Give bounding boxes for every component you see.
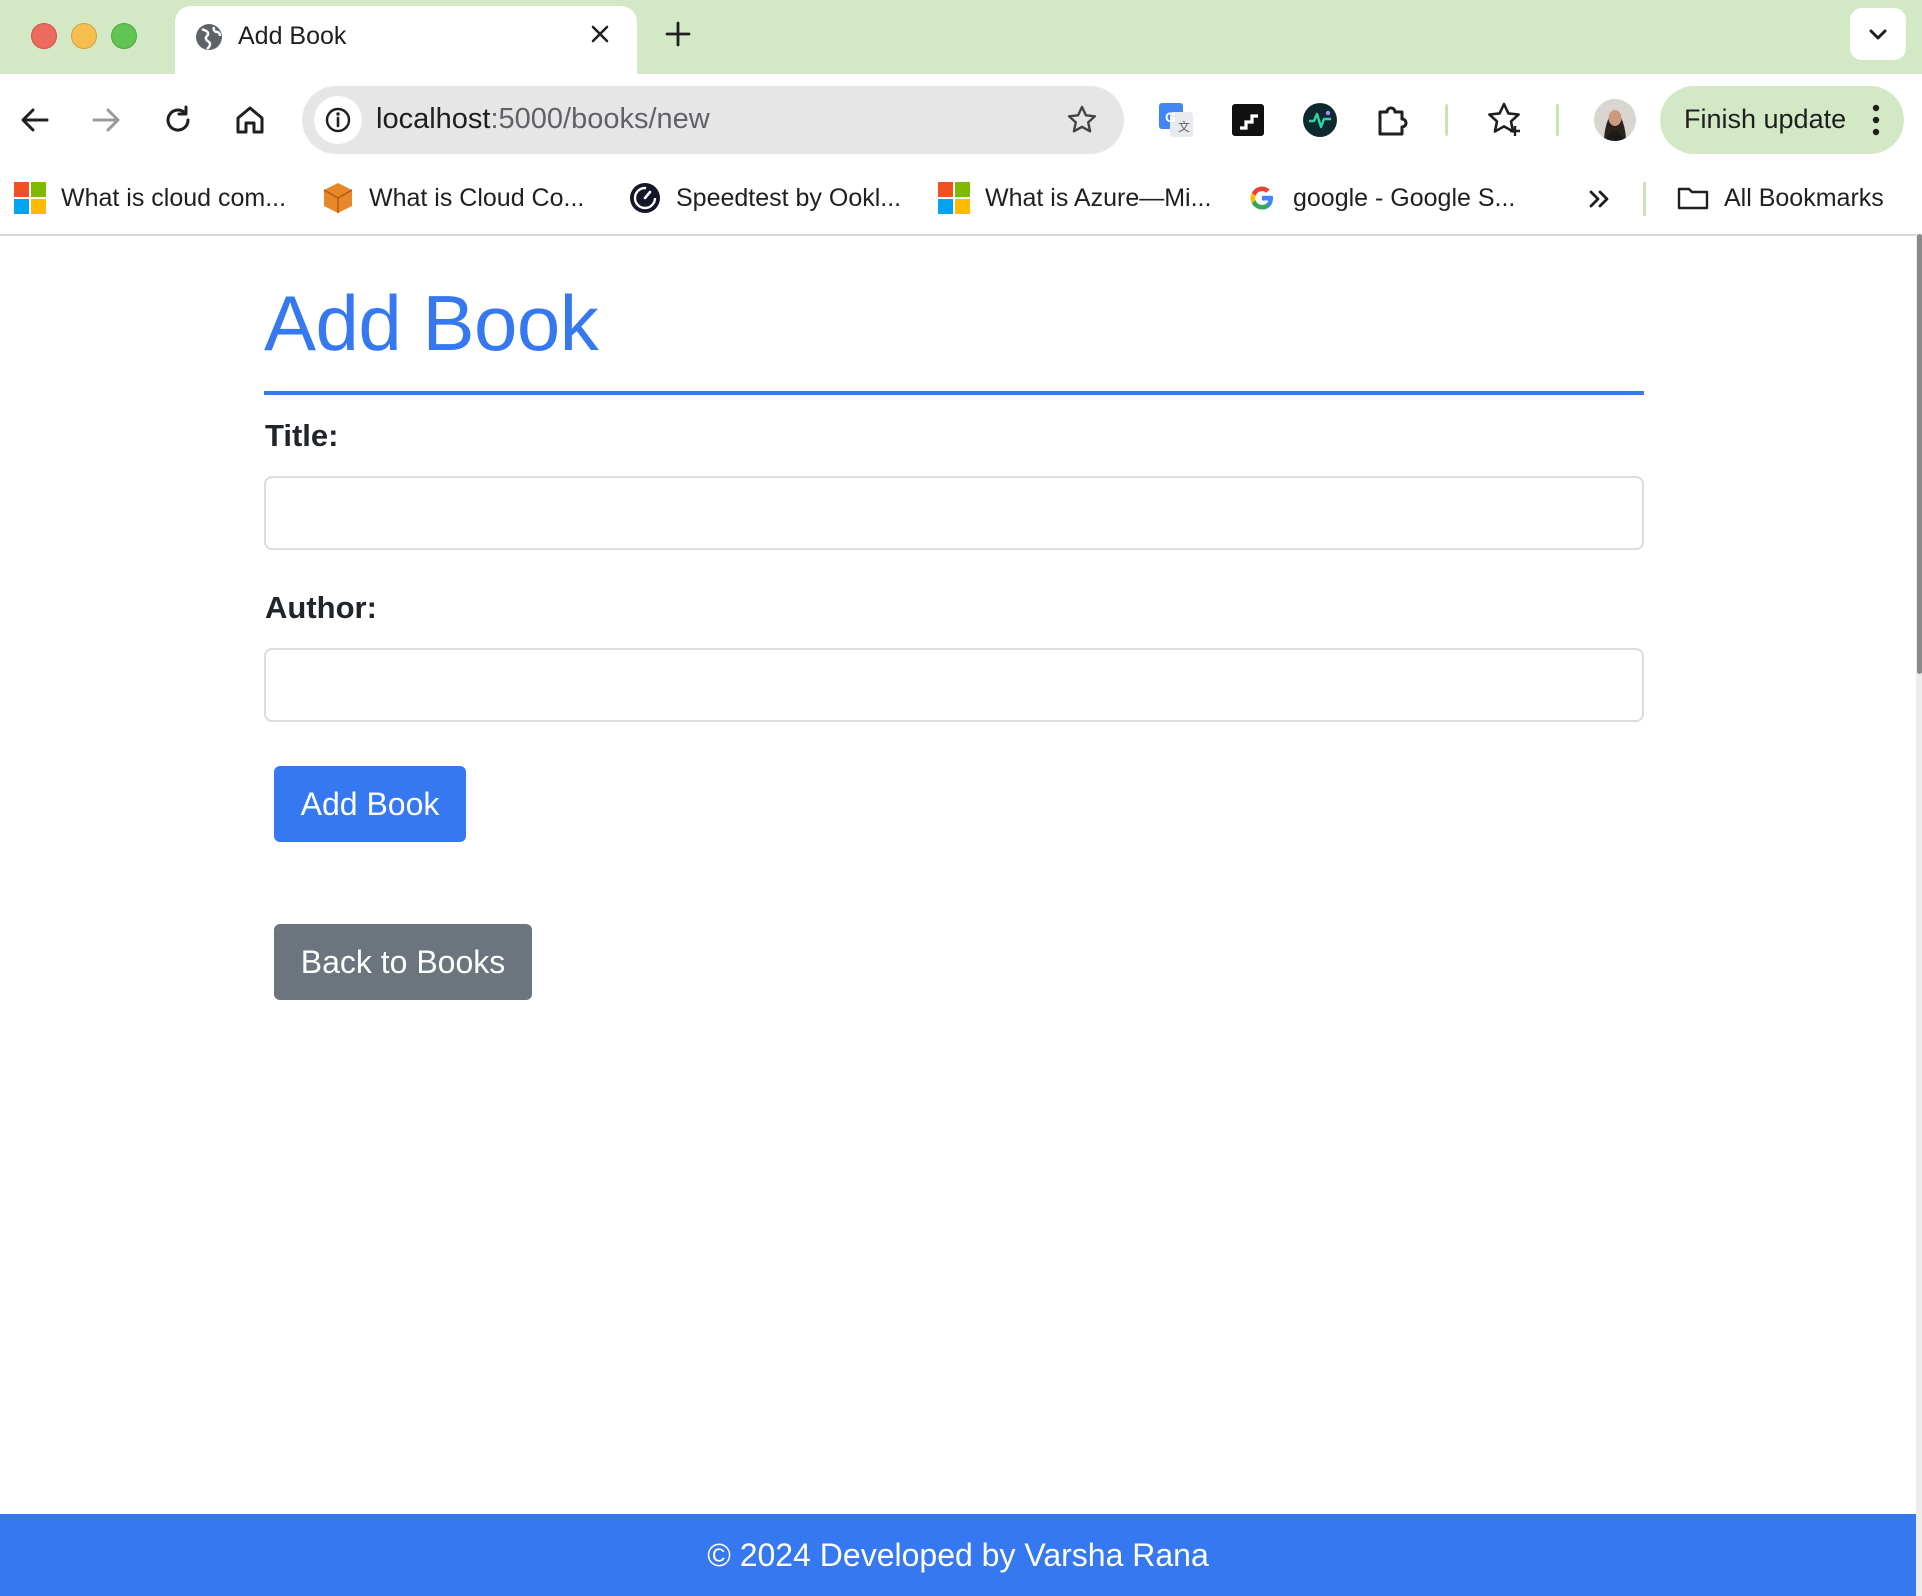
new-tab-icon[interactable]: [661, 17, 695, 51]
puzzle-extensions-icon[interactable]: [1372, 100, 1412, 140]
bookmark-label: What is cloud com...: [61, 183, 287, 212]
more-menu-icon[interactable]: [1872, 104, 1880, 136]
maximize-window-button[interactable]: [111, 23, 137, 49]
bookmark-label: What is Azure—Mi...: [985, 183, 1212, 212]
finish-update-label: Finish update: [1684, 104, 1847, 134]
bookmark-star-icon[interactable]: [1064, 102, 1100, 138]
svg-text:G: G: [1165, 109, 1176, 125]
bookmark-item[interactable]: google - Google S...: [1245, 178, 1515, 218]
bookmark-label: Speedtest by Ookl...: [676, 183, 902, 212]
bookmark-item[interactable]: Speedtest by Ookl...: [628, 178, 901, 218]
bookmark-label: What is Cloud Co...: [369, 183, 585, 212]
address-bar[interactable]: localhost:5000/books/new: [302, 86, 1124, 154]
title-label: Title:: [265, 418, 339, 453]
add-book-button[interactable]: Add Book: [274, 766, 466, 842]
page-title: Add Book: [264, 279, 599, 367]
author-label: Author:: [265, 590, 377, 625]
site-info-button[interactable]: [314, 96, 362, 144]
url-host: localhost: [376, 103, 491, 135]
microsoft-logo-icon: [938, 182, 970, 214]
google-translate-icon[interactable]: G 文: [1156, 100, 1196, 140]
readwise-icon[interactable]: [1228, 100, 1268, 140]
ai-extension-icon[interactable]: [1300, 100, 1340, 140]
toolbar-divider: [1556, 104, 1559, 136]
chevron-double-right-icon[interactable]: [1584, 184, 1614, 214]
person-icon: [1594, 99, 1636, 141]
title-input[interactable]: [264, 476, 1644, 550]
finish-update-button[interactable]: Finish update: [1660, 86, 1904, 154]
toolbar-divider: [1445, 104, 1448, 136]
bookmarks-bar: What is cloud com... What is Cloud Co...…: [0, 166, 1922, 236]
url-text[interactable]: localhost:5000/books/new: [376, 103, 710, 136]
speedtest-icon: [630, 183, 660, 213]
page-footer: © 2024 Developed by Varsha Rana: [0, 1514, 1916, 1596]
microsoft-logo-icon: [14, 182, 46, 214]
bookmarks-divider: [1643, 182, 1646, 216]
aws-cube-icon: [323, 183, 353, 213]
tab-search-button[interactable]: [1850, 8, 1906, 60]
heading-underline: [264, 391, 1644, 395]
bookmark-item[interactable]: What is cloud com...: [13, 178, 286, 218]
minimize-window-button[interactable]: [71, 23, 97, 49]
author-input[interactable]: [264, 648, 1644, 722]
forward-arrow-icon[interactable]: [84, 98, 128, 142]
url-path: :5000/books/new: [490, 103, 710, 135]
chevron-down-icon: [1869, 29, 1887, 40]
back-arrow-icon[interactable]: [13, 98, 57, 142]
svg-text:文: 文: [1178, 119, 1190, 134]
active-tab[interactable]: Add Book: [175, 6, 637, 74]
reload-icon[interactable]: [156, 98, 200, 142]
globe-icon: [196, 24, 222, 50]
tab-title: Add Book: [238, 22, 347, 50]
bookmark-label: google - Google S...: [1293, 183, 1516, 212]
reading-list-star-icon[interactable]: [1484, 100, 1524, 140]
folder-icon: [1677, 187, 1709, 210]
browser-toolbar: localhost:5000/books/new G 文 Finish upda…: [0, 74, 1922, 166]
home-icon[interactable]: [228, 98, 272, 142]
profile-avatar[interactable]: [1594, 99, 1636, 141]
back-to-books-button[interactable]: Back to Books: [274, 924, 532, 1000]
close-tab-icon[interactable]: [585, 19, 615, 49]
bookmark-item[interactable]: What is Azure—Mi...: [937, 178, 1211, 218]
scrollbar-thumb[interactable]: [1917, 234, 1922, 674]
close-window-button[interactable]: [31, 23, 57, 49]
bookmark-item[interactable]: What is Cloud Co...: [321, 178, 584, 218]
tab-strip: Add Book: [0, 0, 1922, 74]
all-bookmarks-button[interactable]: All Bookmarks: [1676, 178, 1884, 218]
footer-text: © 2024 Developed by Varsha Rana: [707, 1536, 1209, 1573]
info-icon: [325, 107, 351, 133]
google-g-icon: [1250, 186, 1273, 210]
all-bookmarks-label: All Bookmarks: [1724, 183, 1884, 212]
